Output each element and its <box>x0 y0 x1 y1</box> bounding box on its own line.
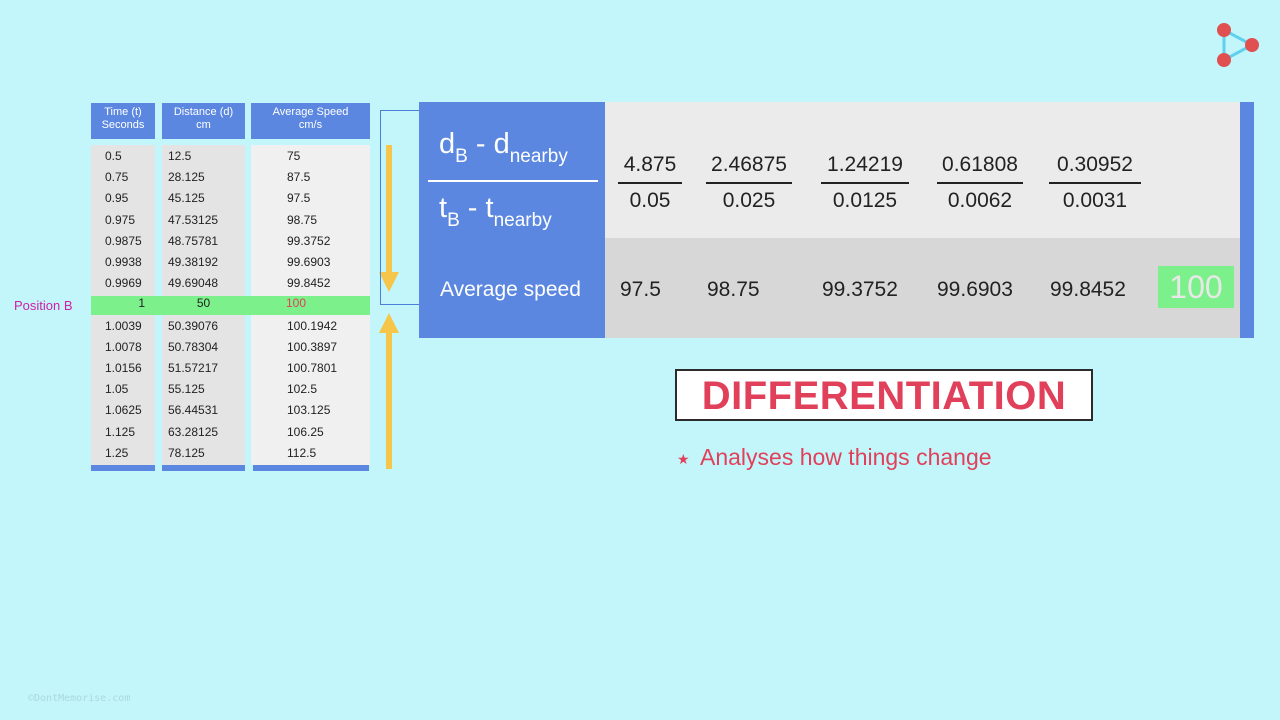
table-cell: 0.75 <box>105 170 129 185</box>
table-cell: 0.5 <box>105 149 122 163</box>
up-arrow-head <box>379 313 399 333</box>
formula-numerator: dB - dnearby <box>439 128 568 167</box>
speed-column-header: Average Speed cm/s <box>251 103 370 139</box>
differentiation-bullet: Analyses how things change <box>700 444 992 470</box>
average-speed-panel <box>605 238 1240 338</box>
fraction-numerator: 0.30952 <box>1057 153 1133 176</box>
table-cell: 50.39076 <box>168 318 219 333</box>
table-cell: 0.9875 <box>105 233 142 248</box>
position-b-cell: 100 <box>286 295 307 310</box>
table-cell: 102.5 <box>287 382 318 397</box>
table-cell: 55.125 <box>168 382 205 397</box>
table-cell: 1.0625 <box>105 403 142 418</box>
table-cell: 78.125 <box>168 445 205 460</box>
table-cell: 99.8452 <box>287 276 331 291</box>
table-cell: 100.1942 <box>287 318 338 333</box>
table-cell: 1.05 <box>105 382 129 397</box>
table-cell: 106.25 <box>287 424 324 439</box>
position-b-cell: 50 <box>196 295 211 310</box>
differentiation-title: DIFFERENTIATION <box>701 374 1067 418</box>
time-column-footer <box>91 465 155 471</box>
table-cell: 50.78304 <box>168 339 219 354</box>
table-cell: 75 <box>287 149 301 163</box>
fraction-bar <box>706 182 792 184</box>
table-cell: 100.7801 <box>287 361 338 375</box>
table-cell: 1.125 <box>105 424 136 439</box>
table-cell: 28.125 <box>168 170 205 185</box>
fraction-denominator: 0.0062 <box>947 189 1013 212</box>
table-cell: 87.5 <box>287 170 311 185</box>
brand-logo <box>1212 20 1264 70</box>
table-cell: 0.95 <box>105 191 129 206</box>
fraction-numerator: 0.61808 <box>942 153 1018 176</box>
formula-denominator: tB - tnearby <box>439 192 552 231</box>
average-speed-value: 99.3752 <box>822 278 898 301</box>
table-cell: 112.5 <box>287 445 317 460</box>
table-cell: 1.0039 <box>105 318 142 333</box>
watermark: ©DontMemorise.com <box>28 693 131 704</box>
table-cell: 99.6903 <box>287 255 331 269</box>
table-cell: 1.0078 <box>105 339 142 354</box>
table-cell: 1.25 <box>105 445 129 460</box>
average-speed-limit: 100 <box>1158 266 1234 308</box>
average-speed-label: Average speed <box>440 278 581 301</box>
formula-fraction-line <box>428 180 598 182</box>
fraction-bar <box>618 182 682 184</box>
table-cell: 63.28125 <box>168 424 219 439</box>
table-cell: 1.0156 <box>105 361 142 375</box>
table-cell: 12.5 <box>168 149 192 163</box>
fraction-bar <box>937 182 1023 184</box>
table-cell: 45.125 <box>168 191 205 206</box>
average-speed-value: 98.75 <box>707 278 760 301</box>
fraction-denominator: 0.0125 <box>832 189 898 212</box>
average-speed-value: 99.6903 <box>937 278 1013 301</box>
average-speed-value: 99.8452 <box>1050 278 1126 301</box>
table-cell: 0.9969 <box>105 276 142 291</box>
table-cell: 0.975 <box>105 212 136 227</box>
position-b-label: Position B <box>14 298 73 313</box>
table-cell: 56.44531 <box>168 403 219 418</box>
position-b-cell: 1 <box>138 295 145 310</box>
table-cell: 98.75 <box>287 212 318 227</box>
fraction-numerator: 2.46875 <box>711 153 787 176</box>
table-cell: 51.57217 <box>168 361 219 375</box>
distance-column-footer <box>162 465 245 471</box>
panel-right-strip <box>1240 102 1254 338</box>
up-arrow <box>386 331 392 469</box>
speed-column-footer <box>253 465 369 471</box>
table-cell: 49.69048 <box>168 276 219 291</box>
time-column-header: Time (t) Seconds <box>91 103 155 139</box>
table-cell: 99.3752 <box>287 233 331 248</box>
table-cell: 97.5 <box>287 191 311 206</box>
connector-line <box>380 110 420 305</box>
table-cell: 0.9938 <box>105 255 142 269</box>
table-cell: 47.53125 <box>168 212 219 227</box>
fraction-bar <box>1049 182 1141 184</box>
fraction-numerator: 1.24219 <box>827 153 903 176</box>
table-cell: 100.3897 <box>287 339 338 354</box>
average-speed-value: 97.5 <box>620 278 661 301</box>
table-cell: 48.75781 <box>168 233 219 248</box>
fraction-bar <box>821 182 909 184</box>
fraction-denominator: 0.0031 <box>1062 189 1128 212</box>
table-cell: 103.125 <box>287 403 331 418</box>
table-cell: 49.38192 <box>168 255 219 269</box>
star-icon: ★ <box>677 451 690 467</box>
fraction-denominator: 0.025 <box>722 189 776 212</box>
distance-column-header: Distance (d) cm <box>162 103 245 139</box>
